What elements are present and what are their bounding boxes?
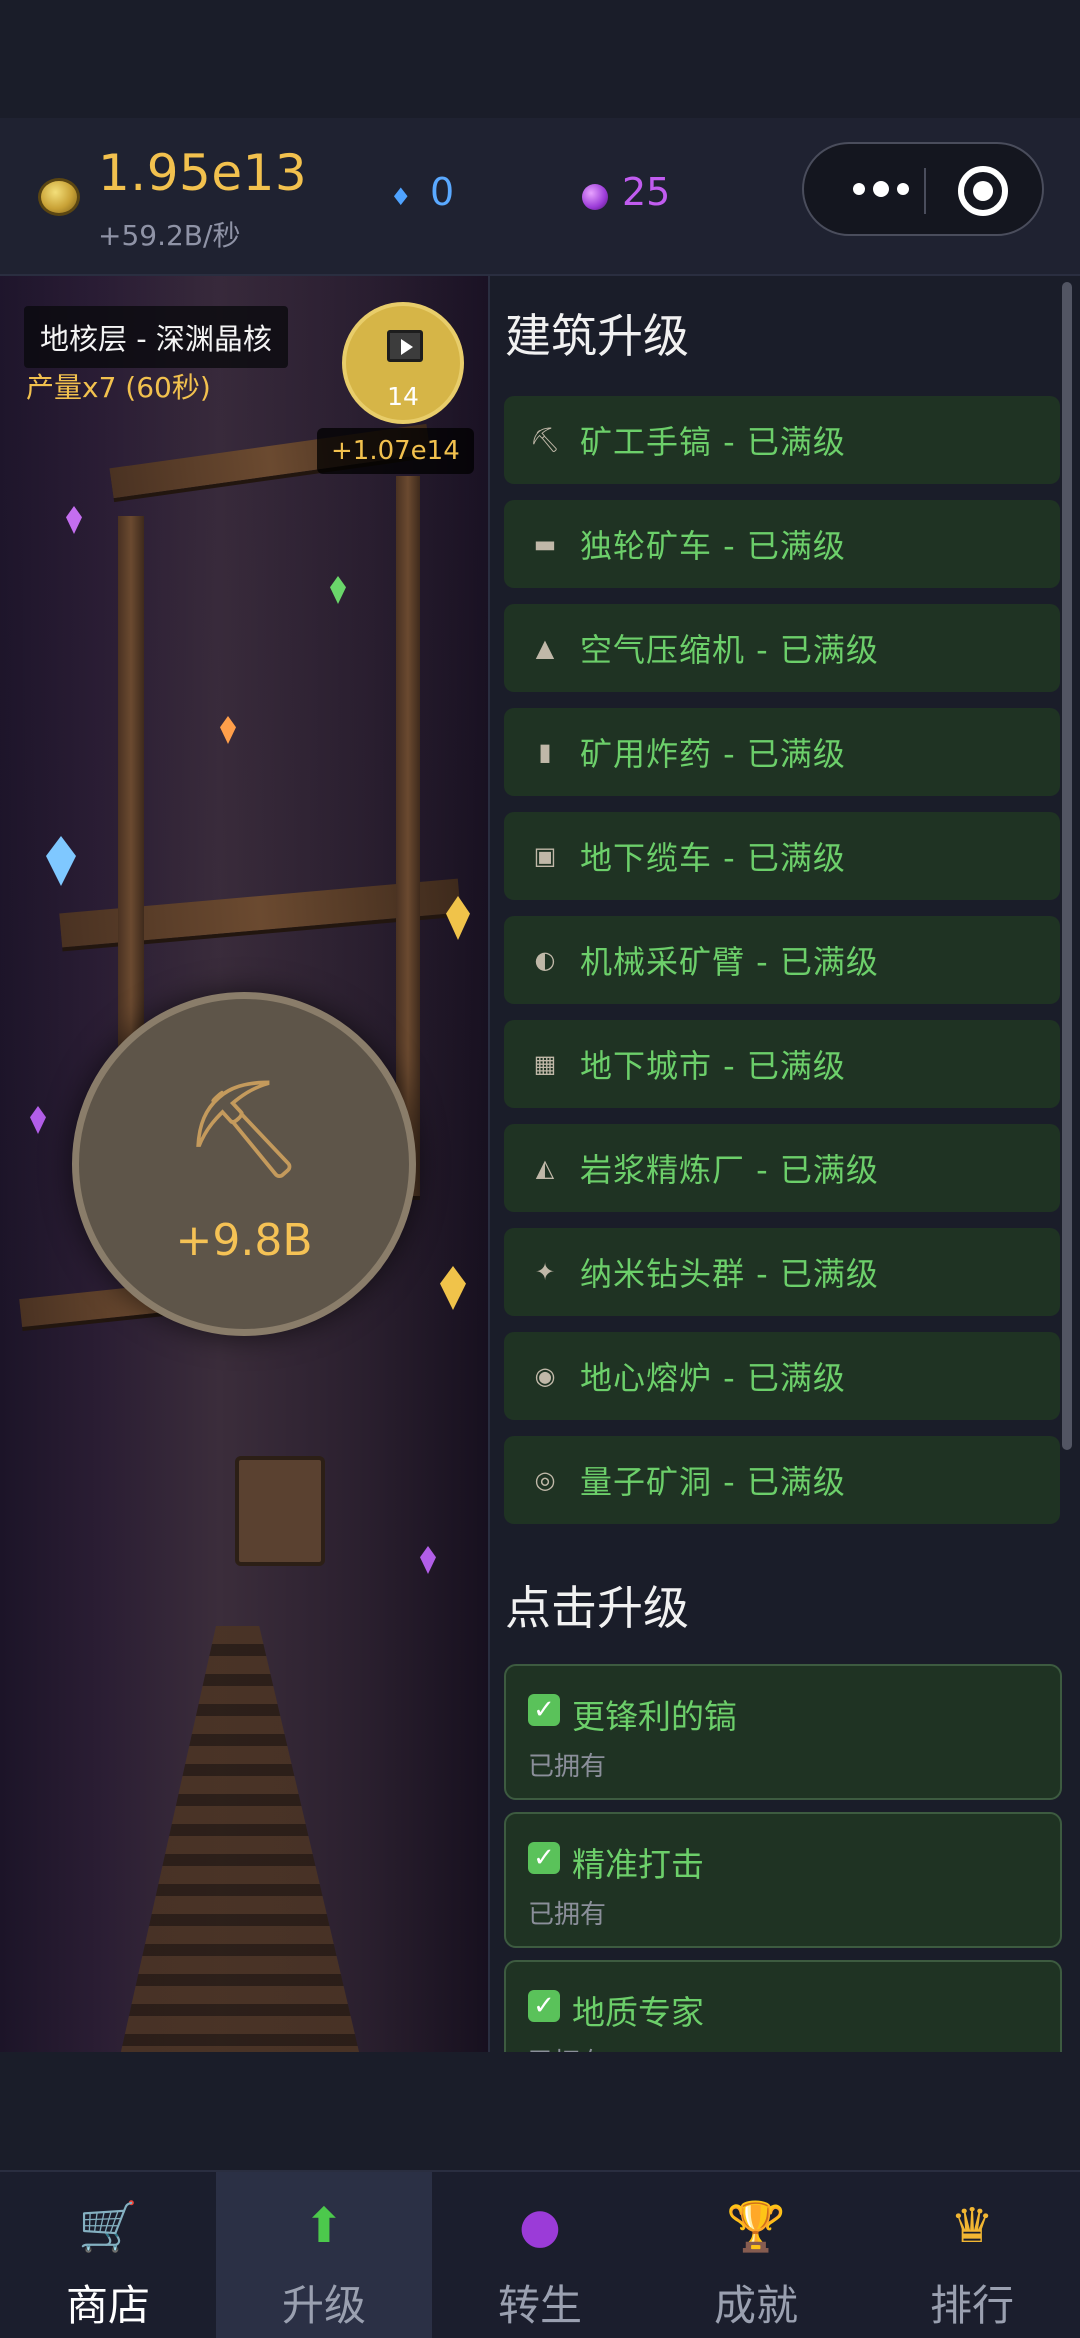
blue-gem-icon: ♦ [390, 183, 412, 211]
building-label: 量子矿洞 - 已满级 [580, 1463, 846, 1501]
crystal [420, 1546, 436, 1574]
building-label: 地心熔炉 - 已满级 [580, 1359, 846, 1397]
nav-label: 转生 [497, 2281, 582, 2330]
building-row-mining-arm[interactable]: ◐ 机械采矿臂 - 已满级 [504, 916, 1060, 1004]
mine-cart [235, 1456, 325, 1566]
building-row-underground-city[interactable]: ▦ 地下城市 - 已满级 [504, 1020, 1060, 1108]
building-label: 地下城市 - 已满级 [580, 1047, 846, 1085]
building-row-dynamite[interactable]: ▮ 矿用炸药 - 已满级 [504, 708, 1060, 796]
video-reward-button[interactable]: 14 [342, 302, 464, 424]
building-label: 地下缆车 - 已满级 [580, 839, 846, 877]
target-close-icon[interactable] [958, 166, 1008, 216]
orb-count: 25 [622, 170, 671, 214]
building-label: 岩浆精炼厂 - 已满级 [580, 1151, 879, 1189]
level-name: 地核层 - 深渊晶核 [24, 306, 288, 368]
gold-amount: 1.95e13 [98, 144, 308, 202]
bottom-nav: 🛒 商店 ⬆ 升级 ● 转生 🏆 成就 ♛ 排行 [0, 2170, 1080, 2338]
crystal-ball-icon: ● [519, 2198, 561, 2254]
video-reward-amount: +1.07e14 [317, 428, 474, 474]
city-icon: ▦ [533, 1050, 557, 1078]
refinery-icon: ◭ [535, 1154, 555, 1182]
crystal [66, 506, 82, 534]
building-row-nano-drills[interactable]: ✦ 纳米钻头群 - 已满级 [504, 1228, 1060, 1316]
cable-car-icon: ▣ [533, 842, 557, 870]
compressor-icon: ▲ [535, 634, 555, 662]
building-row-core-furnace[interactable]: ◉ 地心熔炉 - 已满级 [504, 1332, 1060, 1420]
mini-program-capsule [802, 142, 1044, 236]
capsule-divider [924, 168, 926, 214]
pickaxe-icon: ⛏ [529, 426, 561, 454]
checkbox-icon: ✓ [528, 1694, 560, 1726]
rail-track [120, 1626, 360, 2052]
upgrade-name: 地质专家 [572, 1993, 704, 2032]
click-upgrades-title: 点击升级 [505, 1581, 689, 1635]
nav-label: 排行 [929, 2281, 1014, 2330]
nav-label: 商店 [65, 2281, 150, 2330]
more-dots-icon[interactable] [838, 166, 924, 212]
checkbox-icon: ✓ [528, 1990, 560, 2022]
panel-scrollbar[interactable] [1062, 282, 1072, 1450]
purple-orb-icon [582, 184, 608, 210]
shopping-cart-icon: 🛒 [78, 2198, 138, 2255]
wheelbarrow-icon: ▬ [533, 530, 557, 558]
gold-ore-icon [38, 178, 80, 216]
checkbox-icon: ✓ [528, 1842, 560, 1874]
crown-icon: ♛ [950, 2198, 994, 2254]
nav-upgrade[interactable]: ⬆ 升级 [216, 2172, 432, 2338]
mine-scene: 地核层 - 深渊晶核 产量x7 (60秒) 14 +1.07e14 ⛏ +9.8… [0, 276, 488, 2052]
upgrade-arrow-icon: ⬆ [303, 2198, 345, 2254]
click-upgrade-row[interactable]: ✓ 精准打击 已拥有 [504, 1812, 1062, 1948]
crystal [330, 576, 346, 604]
pickaxe-icon: ⛏ [183, 1073, 305, 1185]
building-label: 矿工手镐 - 已满级 [580, 423, 846, 461]
gold-rate: +59.2B/秒 [98, 219, 241, 252]
building-row-magma-refinery[interactable]: ◭ 岩浆精炼厂 - 已满级 [504, 1124, 1060, 1212]
nav-leaderboard[interactable]: ♛ 排行 [864, 2172, 1080, 2338]
building-label: 矿用炸药 - 已满级 [580, 735, 846, 773]
film-play-icon [387, 330, 423, 362]
tap-value: +9.8B [175, 1215, 313, 1266]
building-row-compressor[interactable]: ▲ 空气压缩机 - 已满级 [504, 604, 1060, 692]
nav-rebirth[interactable]: ● 转生 [432, 2172, 648, 2338]
dynamite-icon: ▮ [538, 738, 552, 766]
crystal [46, 836, 76, 886]
building-row-quantum-mine[interactable]: ◎ 量子矿洞 - 已满级 [504, 1436, 1060, 1524]
crystal [220, 716, 236, 744]
nav-shop[interactable]: 🛒 商店 [0, 2172, 216, 2338]
gem-count: 0 [430, 170, 455, 214]
crystal [440, 1266, 466, 1310]
upgrade-name: 精准打击 [572, 1845, 704, 1884]
nav-label: 升级 [281, 2281, 366, 2330]
building-row-cart[interactable]: ▬ 独轮矿车 - 已满级 [504, 500, 1060, 588]
building-row-pickaxe[interactable]: ⛏ 矿工手镐 - 已满级 [504, 396, 1060, 484]
video-count: 14 [387, 382, 419, 411]
drill-icon: ✦ [534, 1258, 556, 1286]
trophy-icon: 🏆 [726, 2198, 786, 2255]
furnace-icon: ◉ [534, 1362, 556, 1390]
mining-arm-icon: ◐ [534, 946, 556, 974]
nav-achievements[interactable]: 🏆 成就 [648, 2172, 864, 2338]
building-row-cable-car[interactable]: ▣ 地下缆车 - 已满级 [504, 812, 1060, 900]
building-label: 空气压缩机 - 已满级 [580, 631, 879, 669]
building-label: 机械采矿臂 - 已满级 [580, 943, 879, 981]
crystal [30, 1106, 46, 1134]
upgrade-status: 已拥有 [528, 1752, 607, 1782]
building-label: 独轮矿车 - 已满级 [580, 527, 846, 565]
panel-clip [490, 2052, 1080, 2170]
level-bonus: 产量x7 (60秒) [26, 371, 211, 404]
click-upgrade-row[interactable]: ✓ 更锋利的镐 已拥有 [504, 1664, 1062, 1800]
upgrade-status: 已拥有 [528, 1900, 607, 1930]
building-label: 纳米钻头群 - 已满级 [580, 1255, 879, 1293]
nav-label: 成就 [713, 2281, 798, 2330]
buildings-title: 建筑升级 [505, 309, 689, 363]
tap-mine-button[interactable]: ⛏ +9.8B [72, 992, 416, 1336]
resource-bar: 1.95e13 +59.2B/秒 ♦ 0 25 [0, 118, 1080, 276]
upgrade-name: 更锋利的镐 [572, 1697, 737, 1736]
portal-icon: ◎ [534, 1466, 556, 1494]
